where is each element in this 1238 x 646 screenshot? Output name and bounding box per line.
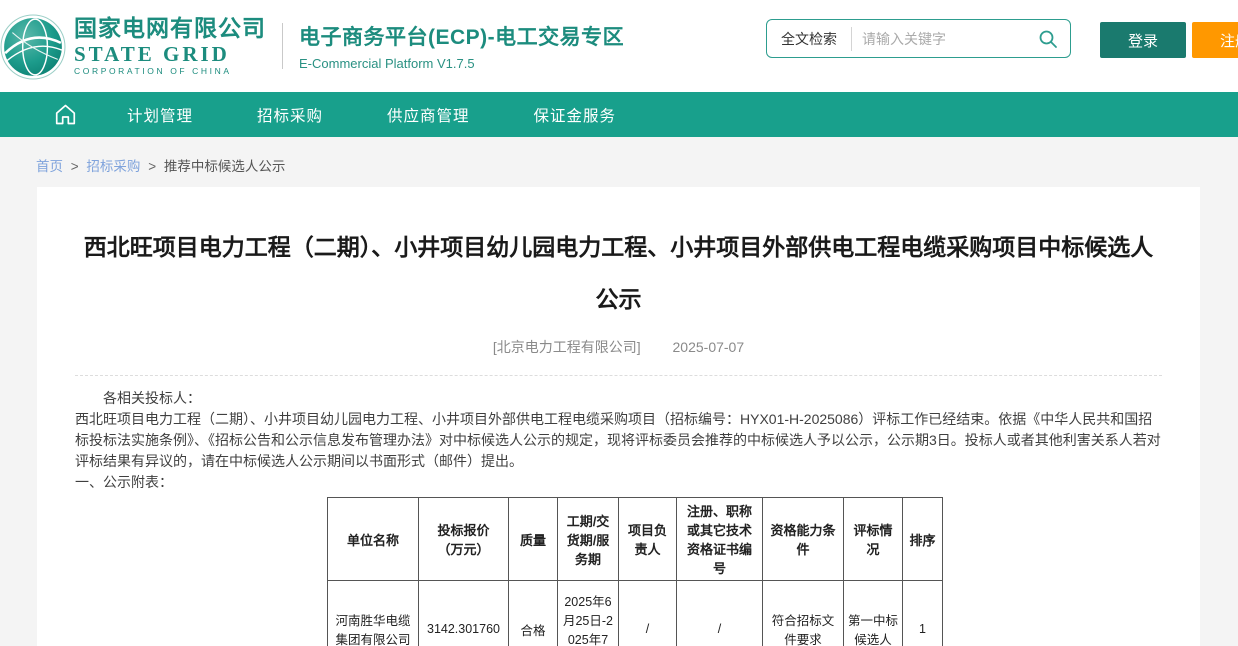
- announcement-meta: [北京电力工程有限公司] 2025-07-07: [75, 337, 1162, 357]
- search-bar: 全文检索: [766, 19, 1071, 58]
- col-header-qualification: 资格能力条件: [763, 498, 844, 581]
- platform-title: 电子商务平台(ECP)-电工交易专区: [299, 21, 624, 51]
- platform-title-block: 电子商务平台(ECP)-电工交易专区 E-Commercial Platform…: [299, 21, 624, 71]
- announcement-card: 西北旺项目电力工程（二期）、小井项目幼儿园电力工程、小井项目外部供电工程电缆采购…: [37, 187, 1200, 646]
- search-button[interactable]: [1034, 29, 1070, 49]
- search-scope-selector[interactable]: 全文检索: [767, 29, 851, 49]
- announcement-title: 西北旺项目电力工程（二期）、小井项目幼儿园电力工程、小井项目外部供电工程电缆采购…: [75, 221, 1162, 325]
- cell-qualification: 符合招标文件要求: [763, 581, 844, 646]
- nav-item-supplier[interactable]: 供应商管理: [387, 104, 470, 126]
- content-divider: [75, 375, 1162, 376]
- col-header-price: 投标报价 （万元）: [419, 498, 509, 581]
- search-icon: [1038, 29, 1058, 49]
- col-header-manager: 项目负责人: [619, 498, 677, 581]
- cell-certificate: /: [677, 581, 763, 646]
- publisher-name: [北京电力工程有限公司]: [493, 339, 641, 355]
- login-button[interactable]: 登录: [1100, 22, 1186, 58]
- register-button[interactable]: 注册: [1192, 22, 1238, 58]
- brand-name-en-sub: CORPORATION OF CHINA: [74, 67, 266, 76]
- brand-block: 国家电网有限公司 STATE GRID CORPORATION OF CHINA: [0, 12, 266, 80]
- home-icon: [52, 101, 79, 128]
- breadcrumb: 首页 > 招标采购 > 推荐中标候选人公示: [0, 137, 1238, 187]
- salutation-text: 各相关投标人：: [75, 388, 1162, 409]
- breadcrumb-bidding[interactable]: 招标采购: [86, 159, 140, 174]
- bid-candidates-table: 单位名称 投标报价 （万元） 质量 工期/交货期/服务期 项目负责人 注册、职称…: [327, 497, 943, 646]
- col-header-evaluation: 评标情况: [844, 498, 903, 581]
- breadcrumb-separator: >: [71, 159, 79, 174]
- brand-name-cn: 国家电网有限公司: [74, 16, 266, 41]
- publish-date: 2025-07-07: [673, 339, 745, 355]
- table-header-row: 单位名称 投标报价 （万元） 质量 工期/交货期/服务期 项目负责人 注册、职称…: [328, 498, 943, 581]
- platform-subtitle: E-Commercial Platform V1.7.5: [299, 56, 624, 71]
- nav-item-deposit[interactable]: 保证金服务: [534, 104, 617, 126]
- body-text: 西北旺项目电力工程（二期）、小井项目幼儿园电力工程、小井项目外部供电工程电缆采购…: [75, 409, 1162, 472]
- col-header-period: 工期/交货期/服务期: [558, 498, 619, 581]
- nav-item-plan[interactable]: 计划管理: [127, 104, 193, 126]
- brand-text: 国家电网有限公司 STATE GRID CORPORATION OF CHINA: [74, 16, 266, 77]
- breadcrumb-separator: >: [148, 159, 156, 174]
- cell-manager: /: [619, 581, 677, 646]
- brand-name-en: STATE GRID: [74, 43, 266, 66]
- cell-period: 2025年6月25日-2025年7月10日: [558, 581, 619, 646]
- state-grid-logo-icon: [0, 14, 66, 80]
- breadcrumb-home[interactable]: 首页: [36, 159, 63, 174]
- col-header-quality: 质量: [509, 498, 558, 581]
- nav-item-bidding[interactable]: 招标采购: [257, 104, 323, 126]
- header-divider: [282, 23, 283, 69]
- table-row: 河南胜华电缆集团有限公司 3142.301760 合格 2025年6月25日-2…: [328, 581, 943, 646]
- announcement-body: 各相关投标人： 西北旺项目电力工程（二期）、小井项目幼儿园电力工程、小井项目外部…: [75, 388, 1162, 493]
- col-header-certificate: 注册、职称或其它技术资格证书编号: [677, 498, 763, 581]
- col-header-rank: 排序: [903, 498, 943, 581]
- cell-evaluation: 第一中标候选人: [844, 581, 903, 646]
- top-header: 国家电网有限公司 STATE GRID CORPORATION OF CHINA…: [0, 0, 1238, 92]
- breadcrumb-current: 推荐中标候选人公示: [164, 159, 286, 174]
- main-navigation: 计划管理 招标采购 供应商管理 保证金服务: [0, 92, 1238, 137]
- nav-home[interactable]: [52, 101, 79, 128]
- col-header-company: 单位名称: [328, 498, 419, 581]
- cell-rank: 1: [903, 581, 943, 646]
- cell-company: 河南胜华电缆集团有限公司: [328, 581, 419, 646]
- cell-quality: 合格: [509, 581, 558, 646]
- search-input[interactable]: [852, 31, 1034, 47]
- cell-price: 3142.301760: [419, 581, 509, 646]
- section-label: 一、公示附表：: [75, 472, 1162, 493]
